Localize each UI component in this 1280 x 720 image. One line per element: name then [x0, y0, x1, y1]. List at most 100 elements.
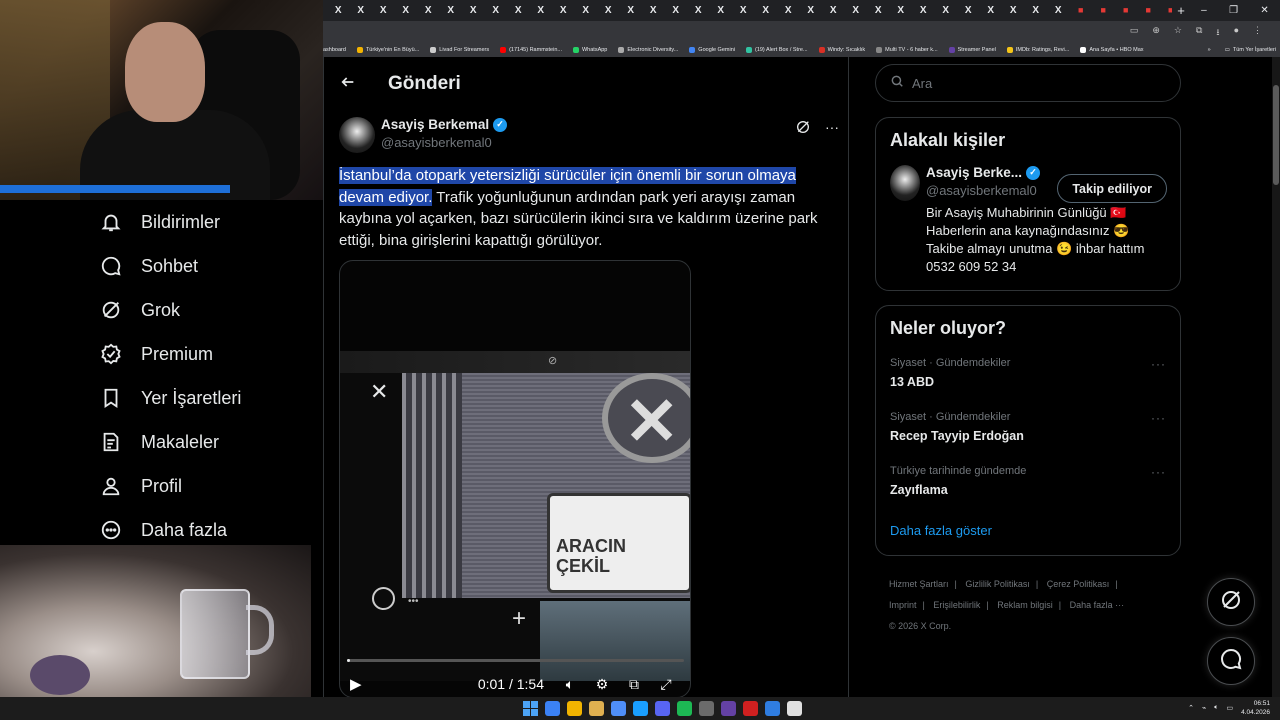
taskbar-app-icon[interactable] — [721, 701, 736, 716]
browser-tab[interactable]: X — [417, 5, 440, 16]
back-arrow-icon[interactable] — [340, 74, 360, 95]
restore-icon[interactable]: ❐ — [1229, 5, 1238, 16]
extensions-icon[interactable]: ⧉ — [1196, 25, 1202, 41]
show-more-link[interactable]: Daha fazla göster — [876, 507, 1180, 554]
bookmark-item[interactable]: Windy: Sıcaklık — [818, 46, 865, 53]
taskbar-app-icon[interactable] — [677, 701, 692, 716]
network-icon[interactable]: ⌁ — [1202, 704, 1206, 712]
expand-icon[interactable]: ⊘ — [548, 354, 557, 367]
browser-tab[interactable]: ■ — [1092, 5, 1115, 16]
browser-tab[interactable]: X — [912, 5, 935, 16]
bookmark-item[interactable]: Livad For Streamers — [430, 46, 489, 53]
footer-link[interactable]: Imprint — [889, 600, 917, 610]
bookmark-item[interactable]: IMDb: Ratings, Revi... — [1006, 46, 1069, 53]
browser-tab[interactable]: X — [620, 5, 643, 16]
taskbar-app-icon[interactable] — [655, 701, 670, 716]
browser-tab[interactable]: X — [530, 5, 553, 16]
trend-item[interactable]: Türkiye tarihinde gündemde Zayıflama ··· — [876, 453, 1180, 507]
bookmark-item[interactable]: Türkiye'nin En Büyü... — [356, 46, 419, 53]
bookmarks-overflow-icon[interactable]: » — [1208, 47, 1211, 53]
browser-tab[interactable]: ■ — [1137, 5, 1160, 16]
star-icon[interactable]: ☆ — [1174, 25, 1182, 41]
taskbar-app-icon[interactable] — [611, 701, 626, 716]
bookmarks-more[interactable]: » ▭ Tüm Yer İşaretleri — [1208, 47, 1276, 53]
search-input[interactable]: Ara — [875, 64, 1181, 102]
taskbar-clock[interactable]: 06:51 4.04.2026 — [1241, 699, 1270, 717]
scrollbar-thumb[interactable] — [1273, 85, 1279, 185]
browser-tab[interactable]: X — [1047, 5, 1070, 16]
close-icon[interactable]: ✕ — [1260, 5, 1268, 16]
browser-tab[interactable]: X — [777, 5, 800, 16]
settings-gear-icon[interactable]: ⚙ — [586, 676, 618, 693]
browser-tab[interactable]: X — [552, 5, 575, 16]
close-icon[interactable]: ✕ — [370, 379, 388, 405]
new-tab-button[interactable]: + — [1172, 3, 1190, 18]
nav-item-articles[interactable]: Makaleler — [98, 420, 323, 464]
browser-tab[interactable]: X — [350, 5, 373, 16]
taskbar-app-icon[interactable] — [787, 701, 802, 716]
browser-tab[interactable]: ■ — [1115, 5, 1138, 16]
trend-item[interactable]: Siyaset · Gündemdekiler 13 ABD ··· — [876, 345, 1180, 399]
bookmark-item[interactable]: Google Gemini — [689, 46, 735, 53]
page-scrollbar[interactable] — [1272, 57, 1280, 697]
browser-tab[interactable]: X — [867, 5, 890, 16]
bookmark-item[interactable]: ashboard — [323, 47, 346, 53]
browser-tab[interactable]: X — [980, 5, 1003, 16]
downloads-icon[interactable]: ⭳ — [1216, 25, 1219, 41]
more-options-icon[interactable]: ··· — [1151, 411, 1166, 425]
bookmark-item[interactable]: Ana Sayfa • HBO Max — [1080, 46, 1144, 53]
browser-tab[interactable]: X — [665, 5, 688, 16]
grok-floating-button[interactable] — [1207, 578, 1255, 626]
volume-icon[interactable]: 🔈︎ — [1214, 704, 1218, 712]
footer-link[interactable]: Daha fazla ··· — [1070, 600, 1125, 610]
browser-tab[interactable]: X — [440, 5, 463, 16]
avatar[interactable] — [890, 165, 920, 201]
following-button[interactable]: Takip ediliyor — [1057, 174, 1167, 203]
grok-icon[interactable] — [795, 119, 811, 138]
browser-tab[interactable]: X — [710, 5, 733, 16]
browser-tab[interactable]: X — [485, 5, 508, 16]
browser-tab[interactable]: X — [845, 5, 868, 16]
bookmark-item[interactable]: (17145) Rammstein... — [500, 46, 562, 53]
volume-icon[interactable]: 🔈︎ — [554, 676, 586, 693]
all-bookmarks-link[interactable]: Tüm Yer İşaretleri — [1233, 47, 1276, 53]
bookmark-item[interactable]: Streamer Panel — [948, 46, 996, 53]
browser-tab[interactable]: X — [462, 5, 485, 16]
nav-item-bookmarks[interactable]: Yer İşaretleri — [98, 376, 323, 420]
author-name-row[interactable]: Asayiş Berkemal ✓ — [381, 117, 508, 132]
browser-tab[interactable]: X — [372, 5, 395, 16]
browser-tab[interactable]: X — [687, 5, 710, 16]
video-progress-bar[interactable] — [347, 659, 684, 662]
fullscreen-icon[interactable]: ⤢ — [650, 676, 682, 693]
browser-tab[interactable]: X — [755, 5, 778, 16]
browser-tab[interactable]: X — [507, 5, 530, 16]
browser-tab[interactable]: X — [1002, 5, 1025, 16]
minimize-icon[interactable]: – — [1201, 5, 1207, 16]
browser-tab[interactable]: X — [935, 5, 958, 16]
footer-link[interactable]: Çerez Politikası — [1047, 579, 1110, 589]
zoom-icon[interactable]: ⊕ — [1152, 25, 1160, 41]
taskbar-app-icon[interactable] — [765, 701, 780, 716]
cast-icon[interactable]: ▭ — [1130, 25, 1139, 41]
footer-link[interactable]: Reklam bilgisi — [997, 600, 1053, 610]
trend-item[interactable]: Siyaset · Gündemdekiler Recep Tayyip Erd… — [876, 399, 1180, 453]
windows-start-icon[interactable] — [523, 701, 538, 716]
nav-item-premium[interactable]: Premium — [98, 332, 323, 376]
related-person[interactable]: Asayiş Berke... ✓ @asayisberkemal0 Bir A… — [876, 151, 1180, 288]
footer-link[interactable]: Hizmet Şartları — [889, 579, 949, 589]
browser-tab[interactable]: X — [327, 5, 350, 16]
browser-tab[interactable]: X — [575, 5, 598, 16]
browser-tab[interactable]: X — [890, 5, 913, 16]
menu-icon[interactable]: ⋮ — [1253, 25, 1262, 41]
footer-link[interactable]: Erişilebilirlik — [933, 600, 980, 610]
author-handle[interactable]: @asayisberkemal0 — [381, 135, 507, 150]
browser-tab[interactable]: ■ — [1070, 5, 1093, 16]
taskbar-app-icon[interactable] — [633, 701, 648, 716]
browser-tab[interactable]: X — [1025, 5, 1048, 16]
taskbar-app-icon[interactable] — [589, 701, 604, 716]
nav-item-chat[interactable]: Sohbet — [98, 244, 323, 288]
browser-tab[interactable]: X — [957, 5, 980, 16]
nav-item-notifications[interactable]: Bildirimler — [98, 200, 323, 244]
more-options-icon[interactable]: ··· — [1151, 357, 1166, 371]
bookmark-item[interactable]: Electronic Diversity... — [618, 46, 678, 53]
